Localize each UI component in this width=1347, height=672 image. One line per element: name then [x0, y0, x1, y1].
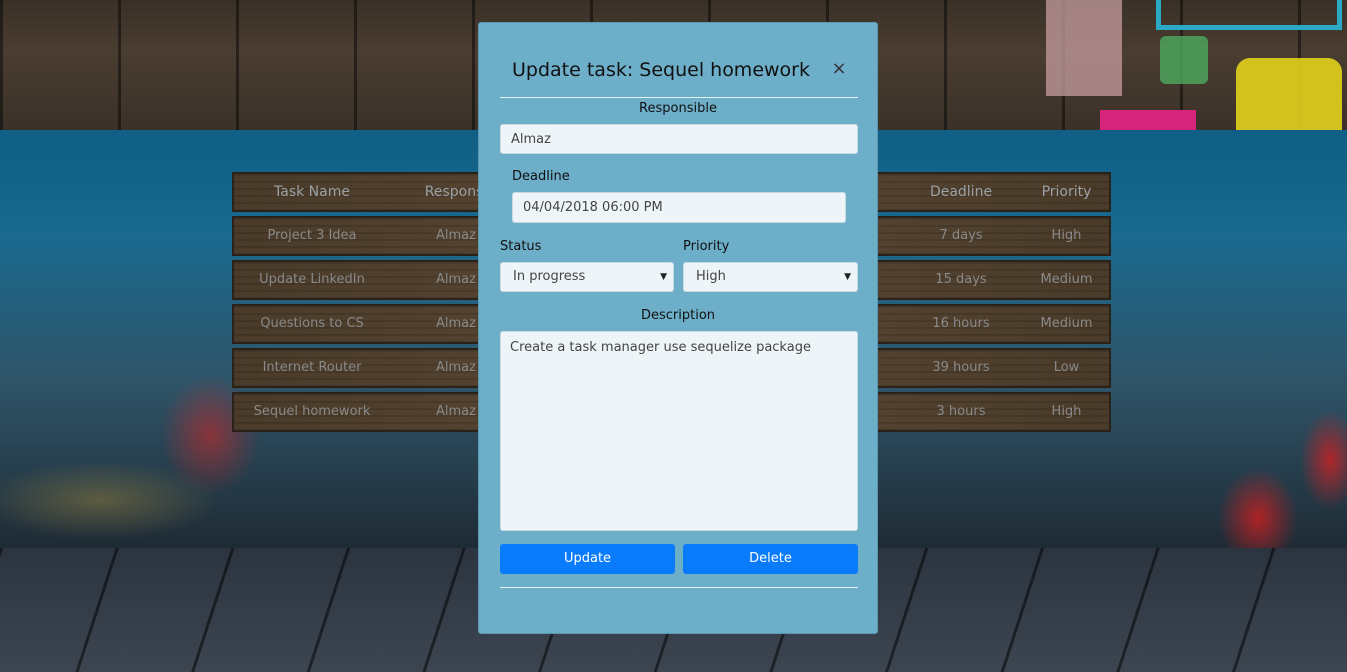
wall-frame-decoration	[1156, 0, 1342, 30]
responsible-label: Responsible	[639, 101, 717, 116]
update-button[interactable]: Update	[500, 544, 675, 574]
close-icon[interactable]: ×	[829, 59, 849, 79]
delete-button[interactable]: Delete	[683, 544, 858, 574]
task-deadline-cell: 15 days	[935, 272, 987, 287]
header-task-name: Task Name	[274, 184, 350, 200]
task-priority-cell: Medium	[1040, 272, 1093, 287]
responsible-input[interactable]	[500, 124, 858, 154]
task-priority-cell: Low	[1053, 360, 1080, 375]
description-label: Description	[640, 308, 716, 323]
priority-label: Priority	[683, 239, 730, 254]
status-label: Status	[500, 239, 542, 254]
phone-icon-decoration	[1160, 36, 1208, 84]
header-deadline: Deadline	[929, 184, 993, 200]
task-name-cell: Project 3 Idea	[267, 228, 357, 243]
priority-select[interactable]: High ▼	[683, 262, 858, 292]
task-priority-cell: High	[1051, 228, 1082, 243]
priority-selected-value: High	[696, 269, 726, 284]
deadline-input[interactable]	[512, 192, 846, 223]
header-divider	[500, 97, 858, 98]
chevron-down-icon: ▼	[660, 272, 667, 282]
camera-icon-decoration	[1236, 58, 1342, 130]
task-deadline-cell: 39 hours	[932, 360, 990, 375]
task-deadline-cell: 7 days	[939, 228, 983, 243]
task-priority-cell: High	[1051, 404, 1082, 419]
task-deadline-cell: 3 hours	[936, 404, 986, 419]
deadline-label: Deadline	[512, 169, 570, 184]
task-priority-cell: Medium	[1040, 316, 1093, 331]
wall-tile-decoration	[1046, 0, 1122, 96]
modal-title: Update task: Sequel homework	[512, 59, 810, 81]
footer-divider	[500, 587, 858, 588]
description-textarea[interactable]: Create a task manager use sequelize pack…	[500, 331, 858, 531]
task-name-cell: Update LinkedIn	[259, 272, 365, 287]
task-name-cell: Internet Router	[262, 360, 362, 375]
update-task-modal: Update task: Sequel homework × Responsib…	[478, 22, 878, 634]
status-selected-value: In progress	[513, 269, 586, 284]
status-select[interactable]: In progress ▼	[500, 262, 674, 292]
pink-decoration	[1100, 110, 1196, 130]
task-name-cell: Sequel homework	[253, 404, 371, 419]
task-name-cell: Questions to CS	[260, 316, 364, 331]
header-priority: Priority	[1041, 184, 1092, 200]
chevron-down-icon: ▼	[844, 272, 851, 282]
task-deadline-cell: 16 hours	[932, 316, 990, 331]
